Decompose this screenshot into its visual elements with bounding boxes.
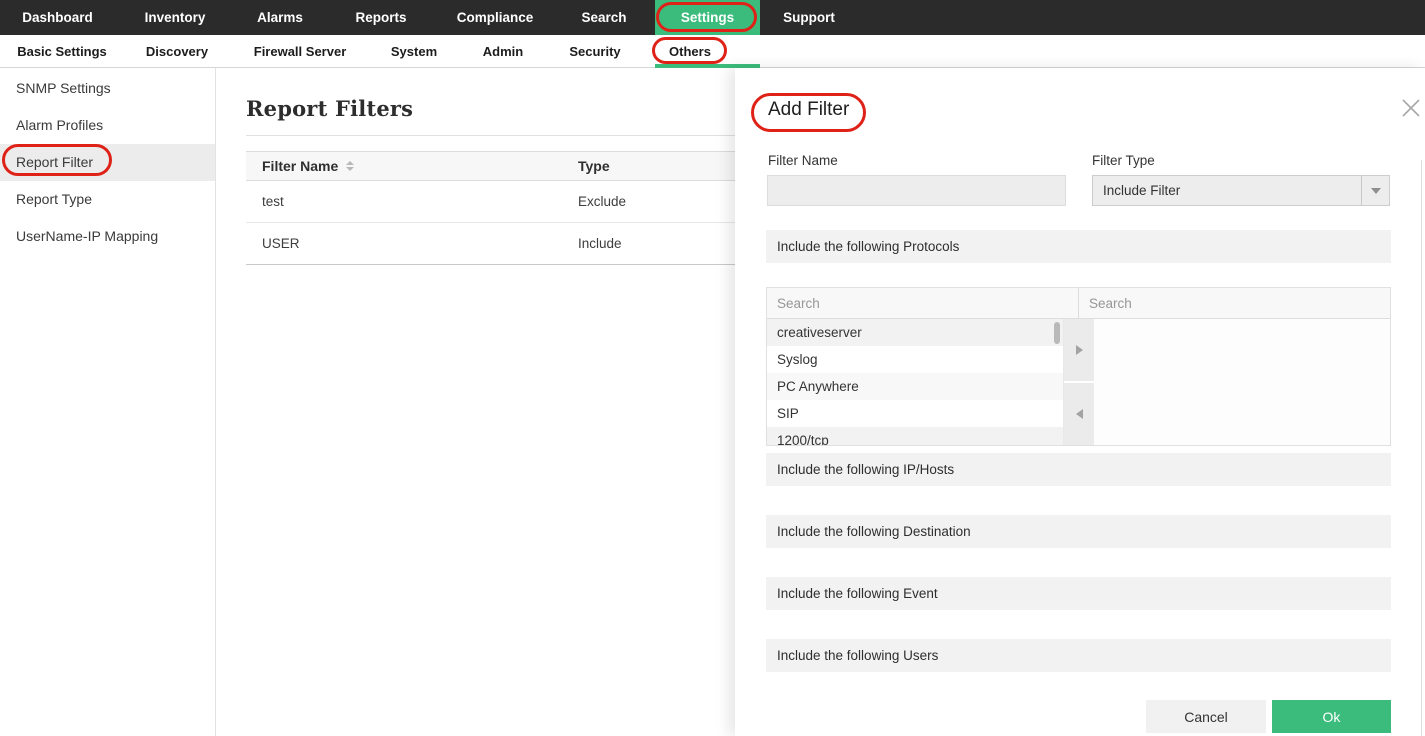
nav-compliance[interactable]: Compliance <box>437 0 553 35</box>
filter-name-label: Filter Name <box>768 153 838 168</box>
panel-scrollbar-track[interactable] <box>1421 160 1422 736</box>
filter-name-input[interactable] <box>767 175 1066 206</box>
sort-icon[interactable] <box>346 161 354 171</box>
sidebar-item-alarm-profiles[interactable]: Alarm Profiles <box>0 107 215 144</box>
table-header-row: Filter Name Type <box>246 151 766 181</box>
filter-type-label: Filter Type <box>1092 153 1155 168</box>
arrow-left-icon <box>1076 409 1083 419</box>
selected-protocols-list <box>1094 319 1390 445</box>
column-header-label: Filter Name <box>262 158 338 174</box>
list-item[interactable]: Syslog <box>767 346 1063 373</box>
select-caret-button[interactable] <box>1361 176 1389 205</box>
arrow-right-icon <box>1076 345 1083 355</box>
nav-inventory[interactable]: Inventory <box>115 0 235 35</box>
table-row[interactable]: USER Include <box>246 223 766 265</box>
dual-list-body: creativeserver Syslog PC Anywhere SIP 12… <box>767 319 1390 445</box>
tab-admin[interactable]: Admin <box>458 35 548 67</box>
section-users[interactable]: Include the following Users <box>766 639 1391 672</box>
transfer-button-column <box>1064 319 1094 445</box>
tab-discovery[interactable]: Discovery <box>124 35 230 67</box>
nav-settings[interactable]: Settings <box>655 0 760 35</box>
section-event[interactable]: Include the following Event <box>766 577 1391 610</box>
cell-filter-name: test <box>246 194 578 209</box>
settings-sub-nav: Basic Settings Discovery Firewall Server… <box>0 35 1425 68</box>
nav-alarms[interactable]: Alarms <box>235 0 325 35</box>
filter-type-selected-value: Include Filter <box>1093 183 1180 198</box>
list-item[interactable]: PC Anywhere <box>767 373 1063 400</box>
nav-reports[interactable]: Reports <box>325 0 437 35</box>
selected-search-input[interactable] <box>1079 288 1390 318</box>
panel-title: Add Filter <box>768 99 849 121</box>
move-left-button[interactable] <box>1064 383 1094 445</box>
dual-list-search-row <box>767 288 1390 319</box>
protocols-dual-list: creativeserver Syslog PC Anywhere SIP 12… <box>766 287 1391 446</box>
tab-security[interactable]: Security <box>548 35 642 67</box>
column-header-filter-name[interactable]: Filter Name <box>246 158 578 174</box>
available-protocols-list: creativeserver Syslog PC Anywhere SIP 12… <box>767 319 1064 445</box>
tab-system[interactable]: System <box>370 35 458 67</box>
selected-search-cell <box>1079 288 1390 318</box>
table-row[interactable]: test Exclude <box>246 181 766 223</box>
sidebar-item-username-ip-mapping[interactable]: UserName-IP Mapping <box>0 218 215 255</box>
section-protocols[interactable]: Include the following Protocols <box>766 230 1391 263</box>
add-filter-panel: Add Filter Filter Name Filter Type Inclu… <box>735 68 1425 736</box>
nav-support[interactable]: Support <box>760 0 858 35</box>
sidebar-item-snmp-settings[interactable]: SNMP Settings <box>0 70 215 107</box>
available-search-input[interactable] <box>767 288 1078 318</box>
list-item[interactable]: 1200/tcp <box>767 427 1063 445</box>
list-item[interactable]: SIP <box>767 400 1063 427</box>
nav-search[interactable]: Search <box>553 0 655 35</box>
ok-button[interactable]: Ok <box>1272 700 1391 733</box>
list-item[interactable]: creativeserver <box>767 319 1063 346</box>
report-filters-table: Filter Name Type test Exclude USER Inclu… <box>246 151 766 265</box>
nav-dashboard[interactable]: Dashboard <box>0 0 115 35</box>
cell-filter-name: USER <box>246 236 578 251</box>
tab-others[interactable]: Others <box>642 35 738 67</box>
top-nav: Dashboard Inventory Alarms Reports Compl… <box>0 0 1425 35</box>
section-destination[interactable]: Include the following Destination <box>766 515 1391 548</box>
page-title: Report Filters <box>246 96 413 121</box>
divider <box>246 135 766 136</box>
cancel-button[interactable]: Cancel <box>1146 700 1266 733</box>
list-scrollbar[interactable] <box>1054 322 1060 344</box>
move-right-button[interactable] <box>1064 319 1094 381</box>
tab-basic-settings[interactable]: Basic Settings <box>0 35 124 67</box>
close-icon[interactable] <box>1401 98 1421 118</box>
chevron-down-icon <box>1371 188 1381 194</box>
sidebar-item-report-filter[interactable]: Report Filter <box>0 144 215 181</box>
settings-sidebar: SNMP Settings Alarm Profiles Report Filt… <box>0 68 216 736</box>
available-search-cell <box>767 288 1079 318</box>
section-ip-hosts[interactable]: Include the following IP/Hosts <box>766 453 1391 486</box>
filter-type-select[interactable]: Include Filter <box>1092 175 1390 206</box>
tab-firewall-server[interactable]: Firewall Server <box>230 35 370 67</box>
app-root: Dashboard Inventory Alarms Reports Compl… <box>0 0 1425 736</box>
sidebar-item-report-type[interactable]: Report Type <box>0 181 215 218</box>
